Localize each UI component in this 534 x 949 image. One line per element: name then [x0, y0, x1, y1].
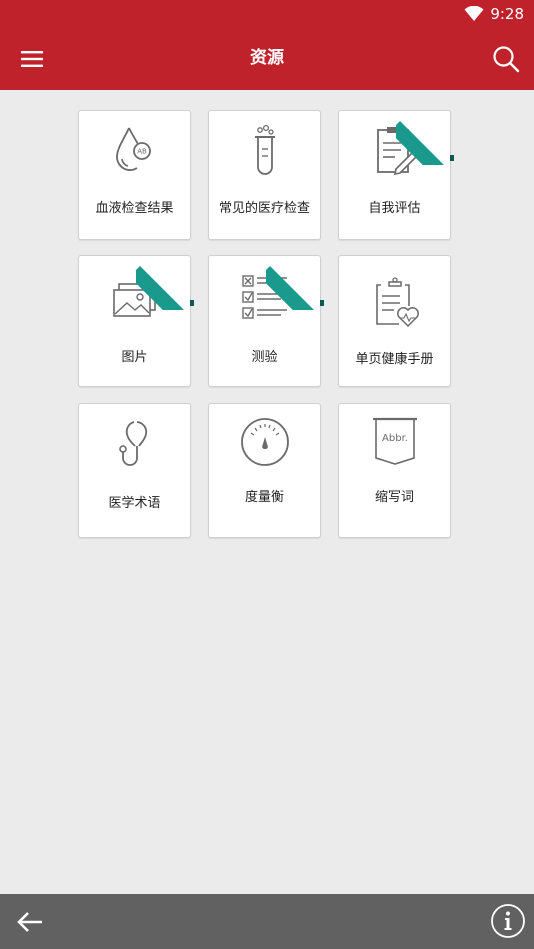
- search-icon: [493, 46, 520, 73]
- tile-label: 度量衡: [244, 490, 284, 505]
- tile-label: 单页健康手册: [355, 352, 434, 367]
- info-icon: [491, 904, 525, 938]
- tile-label: 自我评估: [368, 201, 421, 216]
- info-button[interactable]: [490, 903, 526, 939]
- page-title: 资源: [250, 48, 284, 68]
- tile-label: 血液检查结果: [95, 201, 174, 216]
- test-tube-icon: [254, 124, 275, 175]
- tile-medical-terminology[interactable]: 医学术语: [78, 403, 191, 538]
- picture-icon: [112, 283, 156, 317]
- tile-self-assessment[interactable]: 自我评估 在线: [338, 110, 454, 240]
- tile-quiz[interactable]: 测验 在线: [208, 255, 324, 387]
- checklist-icon: [241, 275, 287, 319]
- tile-label: 测验: [251, 350, 278, 365]
- tile-weights-measures[interactable]: 度量衡: [208, 403, 321, 538]
- status-time: 9:28: [490, 5, 524, 23]
- stethoscope-icon: [118, 421, 147, 466]
- tile-blood-test-results[interactable]: AB 血液检查结果: [78, 110, 191, 240]
- back-arrow-icon: [17, 912, 42, 932]
- gauge-icon: [240, 418, 289, 466]
- back-button[interactable]: [12, 904, 48, 940]
- status-bar: 9:28: [0, 0, 534, 28]
- clipboard-pencil-icon: [376, 127, 417, 176]
- tile-common-medical-tests[interactable]: 常见的医疗检查: [208, 110, 321, 240]
- bottom-bar: [0, 894, 534, 949]
- tile-label: 图片: [121, 350, 148, 365]
- wifi-icon: [464, 6, 484, 21]
- clipboard-heart-icon: [375, 277, 419, 328]
- tile-pictures[interactable]: 图片 在线: [78, 255, 194, 387]
- ribbon-label: 在线: [164, 260, 183, 279]
- tile-health-leaflets[interactable]: 单页健康手册: [338, 255, 451, 387]
- svg-text:AB: AB: [137, 148, 147, 156]
- search-button[interactable]: [486, 40, 524, 78]
- ribbon-label: 在线: [424, 115, 443, 134]
- ribbon-label: 在线: [294, 260, 313, 279]
- abbr-badge-text: Abbr.: [382, 433, 408, 444]
- blood-drop-icon: AB: [115, 127, 151, 171]
- abbr-badge-icon: Abbr.: [372, 417, 417, 465]
- tile-label: 缩写词: [374, 490, 414, 505]
- tile-label: 常见的医疗检查: [218, 201, 310, 216]
- app-bar: 资源: [0, 28, 534, 90]
- tile-label: 医学术语: [108, 496, 161, 511]
- tile-abbreviations[interactable]: Abbr. 缩写词: [338, 403, 451, 538]
